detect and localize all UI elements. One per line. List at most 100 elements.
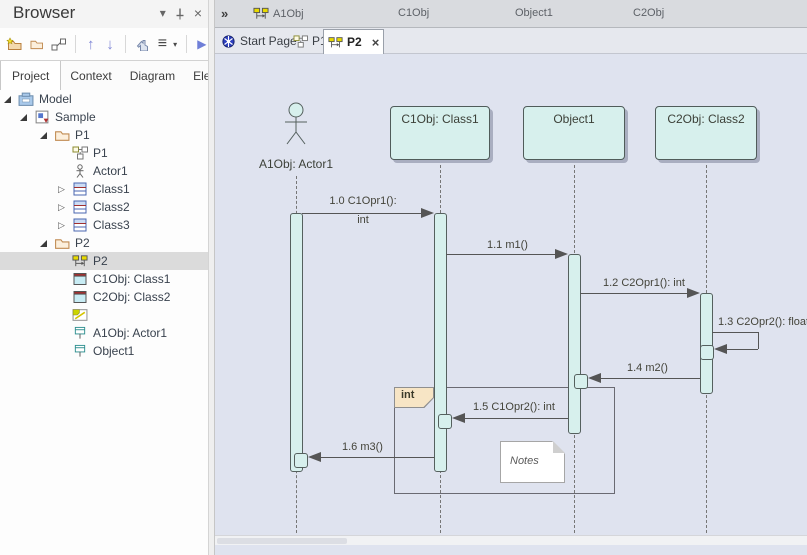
object-icon	[73, 273, 87, 285]
expander-open-icon[interactable]	[40, 239, 53, 247]
tree-item-object1[interactable]: Object1	[0, 342, 208, 360]
message-1-0-label-line2[interactable]: int	[310, 214, 416, 226]
tree-item-c2obj[interactable]: C2Obj: Class2	[0, 288, 208, 306]
message-1-1-label[interactable]: 1.1 m1()	[487, 239, 528, 251]
message-1-4-line[interactable]	[601, 378, 700, 379]
play-icon[interactable]: ▶	[196, 34, 208, 54]
expander-closed-icon[interactable]: ▷	[58, 220, 71, 230]
menu-caret-icon[interactable]: ▾	[173, 40, 177, 49]
scrollbar-thumb[interactable]	[217, 538, 347, 544]
overflow-chevron-icon[interactable]: »	[221, 6, 228, 21]
fragment-operator-pentagon: int	[394, 387, 434, 408]
return-marker-object1[interactable]	[574, 374, 588, 389]
close-tab-icon[interactable]: ×	[372, 35, 380, 50]
browse-diagram-icon[interactable]	[51, 34, 66, 54]
lifeline-box-c2obj[interactable]: C2Obj: Class2	[655, 106, 757, 160]
lifeline-icon	[74, 344, 86, 358]
message-1-5-line[interactable]	[465, 418, 568, 419]
lifeline-box-object1[interactable]: Object1	[523, 106, 625, 160]
tree-item-class2[interactable]: ▷ Class2	[0, 198, 208, 216]
class-icon	[73, 200, 87, 214]
return-marker-c1obj[interactable]	[438, 414, 452, 429]
tab-diagram[interactable]: Diagram	[121, 61, 184, 90]
class-icon	[73, 182, 87, 196]
locate-hand-icon[interactable]	[135, 34, 149, 54]
pin-icon[interactable]	[175, 7, 185, 20]
header-lifeline-c1obj[interactable]: C1Obj	[398, 7, 429, 19]
panel-splitter[interactable]	[208, 0, 215, 555]
tree-item-class3[interactable]: ▷ Class3	[0, 216, 208, 234]
folder-icon[interactable]	[29, 34, 44, 54]
browser-title: Browser	[13, 3, 76, 22]
tree-item-c1obj[interactable]: C1Obj: Class1	[0, 270, 208, 288]
activation-a1obj[interactable]	[290, 213, 303, 472]
toolbar-separator	[75, 35, 76, 53]
actor-icon	[76, 164, 84, 178]
chevron-down-icon[interactable]: ▾	[160, 5, 166, 21]
actor-label[interactable]: A1Obj: Actor1	[246, 157, 346, 171]
browser-header: Browser ▾ ×	[0, 0, 208, 28]
message-1-3-arrowhead	[714, 344, 727, 354]
new-package-icon[interactable]	[6, 34, 22, 54]
return-marker-a1obj[interactable]	[294, 453, 308, 468]
return-marker-c2obj[interactable]	[700, 345, 714, 360]
message-1-6-line[interactable]	[321, 457, 434, 458]
move-down-icon[interactable]: ↓	[104, 34, 116, 54]
tab-p2-active[interactable]: P2 ×	[323, 29, 385, 54]
tree-item-p1-diagram[interactable]: P1	[0, 144, 208, 162]
message-1-2-label[interactable]: 1.2 C2Opr1(): int	[603, 277, 685, 289]
tree-item-model[interactable]: Model	[0, 90, 208, 108]
message-1-3-line-side[interactable]	[758, 332, 759, 349]
message-1-3-line-bottom[interactable]	[727, 349, 758, 350]
package-icon	[55, 239, 70, 249]
message-1-3-label[interactable]: 1.3 C2Opr2(): float	[718, 316, 807, 328]
actor-figure[interactable]	[281, 101, 311, 147]
package-icon	[55, 131, 70, 141]
hamburger-menu-icon[interactable]: ≡	[156, 34, 168, 54]
toolbar-separator	[186, 35, 187, 53]
message-1-0-line[interactable]	[302, 213, 421, 214]
message-1-2-line[interactable]	[580, 293, 687, 294]
header-lifeline-c2obj[interactable]: C2Obj	[633, 7, 664, 19]
header-lifeline-object1[interactable]: Object1	[515, 7, 553, 19]
expander-open-icon[interactable]	[20, 113, 33, 121]
message-1-6-label[interactable]: 1.6 m3()	[342, 441, 383, 453]
message-1-4-label[interactable]: 1.4 m2()	[627, 362, 668, 374]
tree-item-p1-folder[interactable]: P1	[0, 126, 208, 144]
expander-open-icon[interactable]	[4, 95, 17, 103]
tree-item-p2-diagram-selected[interactable]: P2	[0, 252, 208, 270]
move-up-icon[interactable]: ↑	[85, 34, 97, 54]
activation-object1[interactable]	[568, 254, 581, 434]
browser-panel: Browser ▾ × ↑ ↓ ≡ ▾ ▶ Project Context Di…	[0, 0, 237, 555]
horizontal-scrollbar[interactable]	[215, 535, 807, 545]
view-icon	[35, 110, 49, 124]
tab-context[interactable]: Context	[61, 61, 120, 90]
message-1-3-line-top[interactable]	[712, 332, 758, 333]
activation-c2obj[interactable]	[700, 293, 713, 394]
tree-item-actor1[interactable]: Actor1	[0, 162, 208, 180]
tree-item-a1obj[interactable]: A1Obj: Actor1	[0, 324, 208, 342]
note-element[interactable]: Notes	[500, 441, 565, 483]
expander-closed-icon[interactable]: ▷	[58, 202, 71, 212]
tree-item-p2-folder[interactable]: P2	[0, 234, 208, 252]
activation-c1obj[interactable]	[434, 213, 447, 472]
sequence-diagram-canvas[interactable]: A1Obj: Actor1 C1Obj: Class1 Object1 C2Ob…	[215, 54, 807, 545]
expander-open-icon[interactable]	[40, 131, 53, 139]
message-1-1-line[interactable]	[446, 254, 555, 255]
tree-item-class1[interactable]: ▷ Class1	[0, 180, 208, 198]
tab-project[interactable]: Project	[0, 61, 62, 91]
document-tab-bar: Start Page P1 P2 ×	[215, 28, 807, 54]
sequence-diagram-icon	[253, 7, 269, 20]
sequence-diagram-icon	[328, 36, 343, 48]
message-1-5-label[interactable]: 1.5 C1Opr2(): int	[473, 401, 555, 413]
tree-item-fragment[interactable]	[0, 306, 208, 324]
expander-closed-icon[interactable]: ▷	[58, 184, 71, 194]
package-diagram-icon	[72, 146, 88, 160]
project-tree: Model Sample P1 P1 Actor1 ▷ Class1 ▷ Class…	[0, 90, 208, 555]
tree-item-sample[interactable]: Sample	[0, 108, 208, 126]
header-lifeline-a1obj[interactable]: A1Obj	[253, 7, 304, 20]
browser-toolbar: ↑ ↓ ≡ ▾ ▶	[0, 28, 208, 60]
message-1-0-label[interactable]: 1.0 C1Opr1():	[310, 195, 416, 207]
lifeline-box-c1obj[interactable]: C1Obj: Class1	[390, 106, 490, 160]
close-icon[interactable]: ×	[194, 5, 202, 21]
